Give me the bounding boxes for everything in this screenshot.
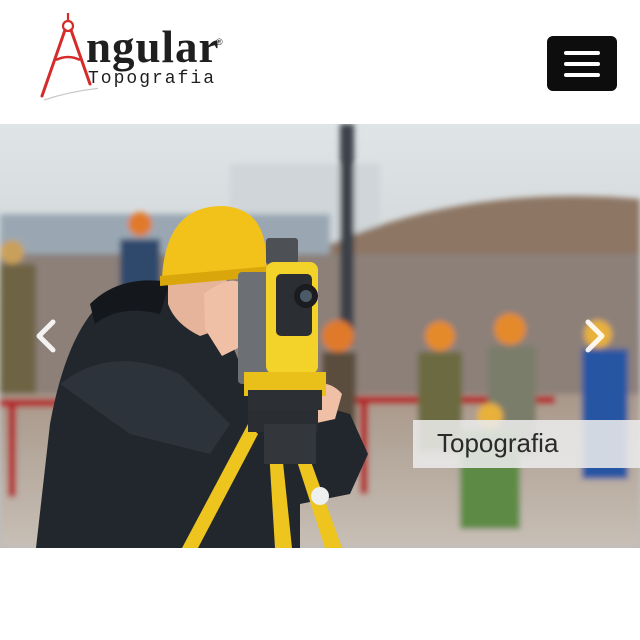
slide-image-surveyor bbox=[0, 124, 640, 548]
site-header: ngular ® Topografia bbox=[0, 0, 640, 124]
chevron-left-icon bbox=[36, 319, 56, 353]
brand-name: ngular bbox=[86, 22, 220, 72]
page-content-area bbox=[0, 548, 640, 640]
registered-mark: ® bbox=[216, 37, 223, 47]
brand-subtitle: Topografia bbox=[88, 69, 217, 89]
menu-toggle-button[interactable] bbox=[547, 36, 617, 91]
hero-carousel[interactable]: Topografia bbox=[0, 124, 640, 548]
chevron-right-icon bbox=[585, 319, 605, 353]
carousel-prev-button[interactable] bbox=[31, 316, 61, 356]
hamburger-menu-icon bbox=[564, 51, 600, 55]
brand-logo[interactable]: ngular ® Topografia bbox=[38, 10, 248, 110]
slide-caption-box: Topografia bbox=[413, 420, 640, 468]
carousel-next-button[interactable] bbox=[580, 316, 610, 356]
slide-caption: Topografia bbox=[437, 428, 559, 458]
